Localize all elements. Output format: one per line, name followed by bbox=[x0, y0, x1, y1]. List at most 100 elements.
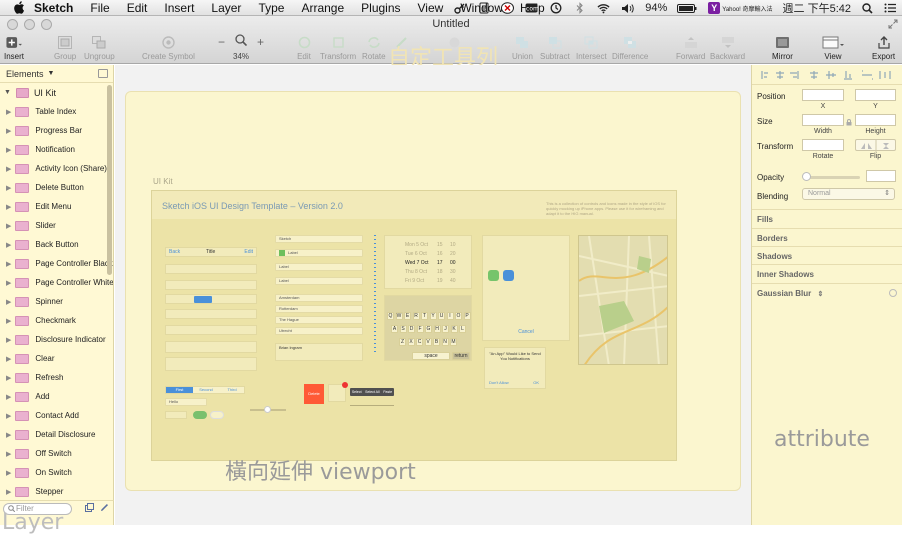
input-method-label[interactable]: Yahoo! 奇摩輸入法 bbox=[722, 4, 772, 13]
layers-panel-header[interactable]: Elements ▼ bbox=[0, 65, 113, 83]
disclosure-triangle-icon[interactable]: ▶ bbox=[6, 412, 11, 420]
time-machine-icon[interactable] bbox=[549, 2, 562, 14]
disclosure-triangle-icon[interactable]: ▶ bbox=[6, 488, 11, 496]
layer-item[interactable]: ▶ Progress Bar bbox=[0, 121, 113, 140]
layer-item[interactable]: ▶ Page Controller Black bbox=[0, 254, 113, 273]
menu-edit[interactable]: Edit bbox=[127, 1, 148, 15]
script-icon[interactable] bbox=[477, 2, 490, 14]
collapse-panel-icon[interactable] bbox=[98, 69, 108, 78]
disclosure-triangle-icon[interactable]: ▶ bbox=[6, 355, 11, 363]
inner-shadows-section[interactable]: Inner Shadows bbox=[752, 264, 902, 282]
transform-button[interactable]: Transform bbox=[320, 35, 356, 61]
display-icon[interactable]: .com bbox=[525, 2, 538, 14]
bluetooth-icon[interactable] bbox=[573, 2, 586, 14]
canvas[interactable]: UI Kit Sketch iOS UI Design Template – V… bbox=[115, 65, 751, 525]
opacity-field[interactable] bbox=[866, 170, 896, 182]
backward-button[interactable]: Backward bbox=[710, 35, 745, 61]
fills-section[interactable]: Fills bbox=[752, 209, 902, 227]
artboard-ui-kit[interactable]: Sketch iOS UI Design Template – Version … bbox=[151, 190, 677, 461]
y-position-field[interactable] bbox=[855, 89, 896, 101]
mirror-button[interactable]: Mirror bbox=[772, 35, 793, 61]
blur-toggle-checkbox[interactable] bbox=[889, 289, 897, 297]
height-field[interactable] bbox=[855, 114, 896, 126]
zoom-out-button[interactable]: − bbox=[218, 35, 225, 49]
ungroup-button[interactable]: Ungroup bbox=[84, 35, 115, 61]
layer-item[interactable]: ▶ Refresh bbox=[0, 368, 113, 387]
group-button[interactable]: Group bbox=[54, 35, 76, 61]
disclosure-triangle-icon[interactable]: ▼ bbox=[4, 89, 11, 96]
zoom-in-button[interactable]: + bbox=[257, 35, 264, 49]
view-button[interactable]: View bbox=[822, 35, 844, 61]
blending-select[interactable]: Normal ⇕ bbox=[802, 188, 895, 200]
fullscreen-icon[interactable] bbox=[888, 19, 898, 32]
export-button[interactable]: Export bbox=[872, 35, 895, 61]
menu-view[interactable]: View bbox=[418, 1, 444, 15]
disclosure-triangle-icon[interactable]: ▶ bbox=[6, 241, 11, 249]
insert-button[interactable]: Insert bbox=[4, 35, 24, 61]
menu-arrange[interactable]: Arrange bbox=[301, 1, 344, 15]
pencil-icon[interactable] bbox=[100, 503, 109, 514]
lock-icon[interactable] bbox=[846, 117, 852, 129]
disclosure-triangle-icon[interactable]: ▶ bbox=[6, 431, 11, 439]
disclosure-triangle-icon[interactable]: ▶ bbox=[6, 279, 11, 287]
apple-menu-icon[interactable] bbox=[12, 1, 26, 15]
borders-section[interactable]: Borders bbox=[752, 228, 902, 246]
disclosure-triangle-icon[interactable]: ▶ bbox=[6, 317, 11, 325]
disclosure-triangle-icon[interactable]: ▶ bbox=[6, 260, 11, 268]
rotate-field[interactable] bbox=[802, 139, 844, 151]
menu-plugins[interactable]: Plugins bbox=[361, 1, 400, 15]
forward-button[interactable]: Forward bbox=[676, 35, 705, 61]
disclosure-triangle-icon[interactable]: ▶ bbox=[6, 374, 11, 382]
disclosure-triangle-icon[interactable]: ▶ bbox=[6, 165, 11, 173]
layer-item[interactable]: ▶ Edit Menu bbox=[0, 197, 113, 216]
align-icons[interactable] bbox=[752, 65, 902, 85]
clock[interactable]: 週二 下午5:42 bbox=[783, 0, 851, 15]
layer-item[interactable]: ▶ Detail Disclosure bbox=[0, 425, 113, 444]
opacity-slider-track[interactable] bbox=[804, 176, 860, 179]
key-icon[interactable] bbox=[453, 2, 466, 14]
disclosure-triangle-icon[interactable]: ▶ bbox=[6, 450, 11, 458]
disclosure-triangle-icon[interactable]: ▶ bbox=[6, 127, 11, 135]
menu-sketch[interactable]: Sketch bbox=[34, 1, 73, 15]
width-field[interactable] bbox=[802, 114, 844, 126]
layer-group-ui-kit[interactable]: ▼ UI Kit bbox=[0, 83, 113, 102]
artboard-name[interactable]: UI Kit bbox=[153, 177, 173, 186]
disclosure-triangle-icon[interactable]: ▶ bbox=[6, 298, 11, 306]
layer-item[interactable]: ▶ Stepper bbox=[0, 482, 113, 501]
subtract-button[interactable]: Subtract bbox=[540, 35, 570, 61]
rotate-button[interactable]: Rotate bbox=[362, 35, 386, 61]
shadows-section[interactable]: Shadows bbox=[752, 246, 902, 264]
layer-item[interactable]: ▶ Table Index bbox=[0, 102, 113, 121]
battery-icon[interactable] bbox=[677, 2, 697, 14]
layer-item[interactable]: ▶ Contact Add bbox=[0, 406, 113, 425]
copy-icon[interactable] bbox=[85, 503, 94, 514]
notification-center-icon[interactable] bbox=[883, 2, 896, 14]
layer-item[interactable]: ▶ Back Button bbox=[0, 235, 113, 254]
layer-item[interactable]: ▶ Checkmark bbox=[0, 311, 113, 330]
layer-item[interactable]: ▶ Slider bbox=[0, 216, 113, 235]
layer-item[interactable]: ▶ Activity Icon (Share) bbox=[0, 159, 113, 178]
no-sync-icon[interactable] bbox=[501, 2, 515, 14]
intersect-button[interactable]: Intersect bbox=[576, 35, 607, 61]
disclosure-triangle-icon[interactable]: ▶ bbox=[6, 108, 11, 116]
gaussian-blur-section[interactable]: Gaussian Blur ⇕ bbox=[752, 283, 902, 301]
disclosure-triangle-icon[interactable]: ▶ bbox=[6, 336, 11, 344]
yahoo-ime-icon[interactable]: Y bbox=[708, 2, 721, 14]
spotlight-icon[interactable] bbox=[861, 2, 874, 14]
union-button[interactable]: Union bbox=[512, 35, 533, 61]
layer-item[interactable]: ▶ Spinner bbox=[0, 292, 113, 311]
layer-item[interactable]: ▶ Add bbox=[0, 387, 113, 406]
layer-item[interactable]: ▶ On Switch bbox=[0, 463, 113, 482]
page-selector[interactable]: Elements bbox=[6, 69, 44, 79]
menu-type[interactable]: Type bbox=[258, 1, 284, 15]
wifi-icon[interactable] bbox=[597, 2, 610, 14]
layer-item[interactable]: ▶ Delete Button bbox=[0, 178, 113, 197]
disclosure-triangle-icon[interactable]: ▶ bbox=[6, 146, 11, 154]
disclosure-triangle-icon[interactable]: ▶ bbox=[6, 184, 11, 192]
layer-item[interactable]: ▶ Off Switch bbox=[0, 444, 113, 463]
menu-file[interactable]: File bbox=[90, 1, 109, 15]
layer-item[interactable]: ▶ Page Controller White bbox=[0, 273, 113, 292]
disclosure-triangle-icon[interactable]: ▶ bbox=[6, 393, 11, 401]
layers-scrollbar[interactable] bbox=[107, 85, 112, 275]
difference-button[interactable]: Difference bbox=[612, 35, 648, 61]
